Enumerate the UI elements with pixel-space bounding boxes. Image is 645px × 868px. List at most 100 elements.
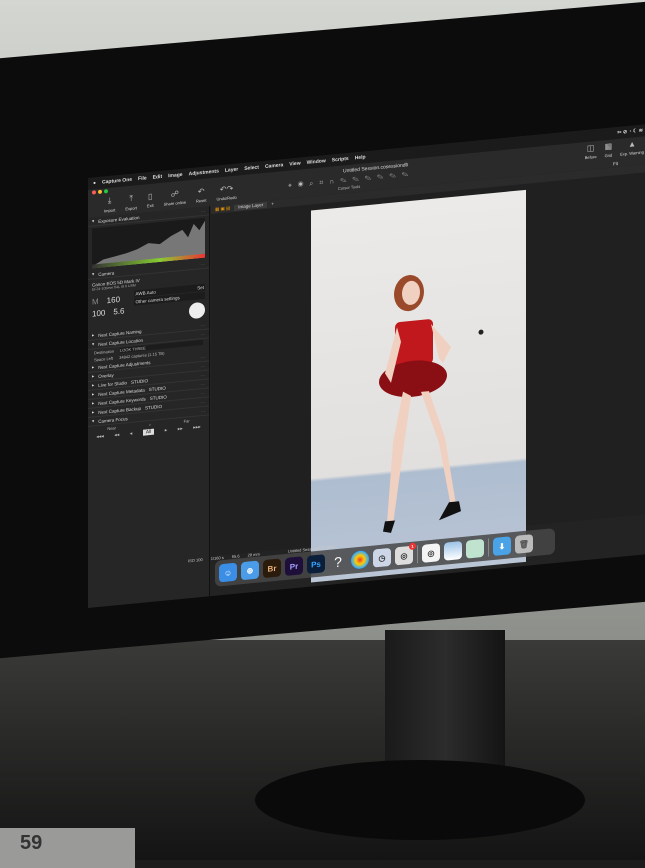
import-icon: ⤓ [107,195,112,206]
white-balance[interactable]: AWB Auto [135,289,155,296]
export-icon: ⤒ [129,193,133,204]
share-label: Share online [163,199,187,207]
menu-camera[interactable]: Camera [265,162,283,170]
section-label: Live for Studio [98,379,128,388]
menu-select[interactable]: Select [244,165,259,172]
menu-window[interactable]: Window [307,158,326,166]
studio-tag: STUDIO [148,385,166,392]
dock-photoshop-icon[interactable]: Ps [307,554,325,574]
dock-bridge-icon[interactable]: Br [263,558,281,579]
warning-icon: ▲ [628,139,637,149]
camera-title: Camera [98,269,115,277]
undo-redo-button[interactable]: ↶↷ Undo/Redo [217,184,237,202]
exposure-warning-button[interactable]: ▲ Exp. Warning [620,138,644,157]
section-label: Overlay [98,372,114,379]
zoom-button[interactable] [104,189,108,194]
before-button[interactable]: ◫ Before [585,143,597,160]
dock-finder-icon[interactable]: ☺ [219,562,237,583]
menu-file[interactable]: File [138,175,147,182]
notification-badge: 1 [409,542,416,551]
camera-mode[interactable]: M [92,297,99,307]
capture-panel: ▾ Exposure Evaluation ··· ▾ Camera ··· Can… [88,206,210,608]
menu-view[interactable]: View [289,161,300,168]
focus-near-2-button[interactable]: ◂◂ [114,432,119,438]
menu-help[interactable]: Help [355,154,366,161]
studio-tag: STUDIO [145,403,163,411]
menu-layer[interactable]: Layer [225,167,238,174]
undo-redo-label: Undo/Redo [216,194,237,202]
iso-value[interactable]: 100 [92,308,105,318]
menu-app[interactable]: Capture One [102,177,132,186]
photo-preview[interactable] [311,189,526,583]
close-button[interactable] [92,190,96,195]
minimize-button[interactable] [98,189,102,195]
fit-zoom[interactable]: Fit [613,161,618,166]
window-controls [92,189,108,195]
dock-capture-one-icon[interactable]: ◎ 1 [395,542,416,566]
status-icons[interactable]: ✂ ⊘ ◔ ☾ ≋ [617,128,643,136]
focus-near-3-button[interactable]: ◂◂◂ [96,433,104,440]
dock-capture-one-alt-icon[interactable]: ◎ [422,543,440,563]
equipment-label: 59 [0,828,135,868]
dock-separator [417,545,418,564]
reset-label: Reset [196,197,207,204]
focus-far-3-button[interactable]: ▸▸▸ [193,424,201,431]
dock-clock-icon[interactable]: ◷ [373,547,391,568]
grid-button[interactable]: ▦ Grid [605,142,613,159]
dock-safari-icon[interactable]: ⊕ [241,560,259,581]
undo-redo-icon: ↶↷ [219,184,234,195]
share-icon: ☍ [170,189,179,200]
import-label: Import [104,207,116,214]
exit-button[interactable]: ▯ Exit [147,192,154,209]
aperture-value[interactable]: 5.6 [113,306,124,316]
dock-separator [488,538,489,557]
exit-label: Exit [146,202,154,209]
studio-tag: STUDIO [149,393,167,401]
focus-far-1-button[interactable]: ▸ [165,427,168,433]
add-layer-icon[interactable]: + [271,201,274,207]
grid-icon: ▦ [604,141,613,152]
menu-image[interactable]: Image [168,172,182,179]
focus-near-1-button[interactable]: ◂ [130,431,133,437]
monitor-base [255,760,585,840]
dock-preview-icon[interactable] [444,540,462,561]
focus-near: Near [107,425,116,432]
exposure-warning-label: Exp. Warning [620,149,644,157]
shutter-speed[interactable]: 160 [107,295,120,305]
apple-icon[interactable]: ● [93,180,96,186]
section-label: Camera Focus [98,415,128,424]
menu-scripts[interactable]: Scripts [332,156,349,164]
layer-select[interactable]: Image Layer [234,201,268,211]
dock-downloads-icon[interactable]: ⬇ [493,536,511,557]
dock-photo-app-icon[interactable] [466,538,484,559]
reset-button[interactable]: ↶ Reset [196,187,206,204]
viewer: ▦ ▣ ▤ Image Layer + [211,164,645,583]
dock-premiere-icon[interactable]: Pr [285,556,303,577]
focus-far-2-button[interactable]: ▸▸ [178,426,183,432]
dock-trash-icon[interactable]: 🗑 [515,534,533,554]
share-button[interactable]: ☍ Share online [163,189,187,207]
autofocus-button[interactable]: All [142,428,155,436]
exit-icon: ▯ [148,191,153,202]
studio-tag: STUDIO [131,377,149,385]
exposure-title: Exposure Evaluation [98,214,140,224]
view-mode-icon[interactable]: ▦ ▣ ▤ [215,205,230,212]
capture-button[interactable] [189,301,205,320]
focus-far: Far [183,418,190,424]
before-label: Before [584,154,597,161]
reset-icon: ↶ [197,186,205,197]
menu-adjustments[interactable]: Adjustments [189,168,219,177]
monitor-stand [385,630,505,780]
grid-label: Grid [604,152,613,159]
menu-edit[interactable]: Edit [153,174,162,181]
focus-indicator-icon: ○ [148,421,152,428]
before-icon: ◫ [586,143,595,153]
model-figure [379,275,484,533]
export-label: Export [125,205,137,212]
export-button[interactable]: ⤒ Export [125,193,137,212]
import-button[interactable]: ⤓ Import [104,195,116,214]
dock-davinci-resolve-icon[interactable] [351,549,369,570]
screen: ● Capture One File Edit Image Adjustment… [88,124,645,609]
wb-set-button[interactable]: Set [197,285,204,291]
dock-help-icon[interactable]: ? [329,552,347,572]
